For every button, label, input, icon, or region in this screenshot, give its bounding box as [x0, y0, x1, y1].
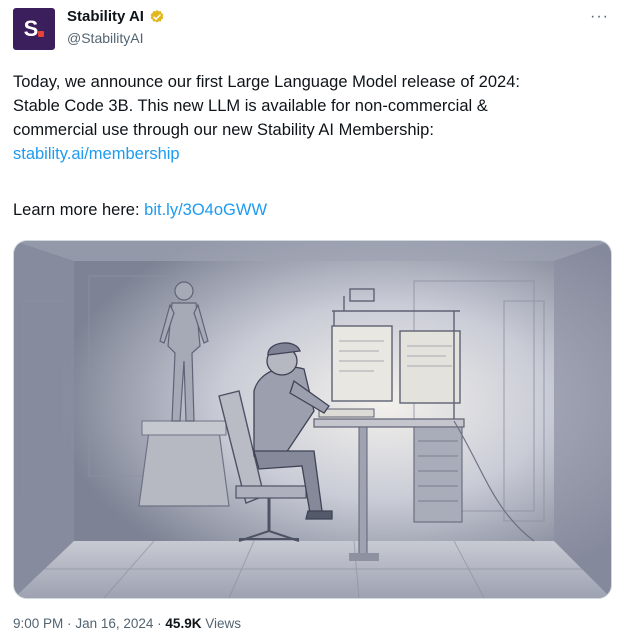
more-options-icon[interactable]: ···	[590, 8, 609, 26]
meta-separator: ·	[67, 616, 72, 631]
author-handle[interactable]: @StabilityAI	[67, 30, 143, 46]
coding-illustration-image	[14, 241, 611, 598]
meta-separator: ·	[157, 616, 162, 631]
views-label: Views	[205, 616, 241, 631]
tweet-card: S Stability AI @StabilityAI ··· Today, w…	[0, 0, 640, 640]
learn-more-label: Learn more here:	[13, 201, 145, 219]
views-count[interactable]: 45.9K	[165, 616, 201, 631]
tweet-image[interactable]	[13, 240, 612, 599]
membership-link[interactable]: stability.ai/membership	[13, 145, 180, 163]
learn-more-link[interactable]: bit.ly/3O4oGWW	[144, 201, 267, 219]
verified-badge-icon	[150, 9, 164, 23]
author-display-name[interactable]: Stability AI	[67, 8, 144, 25]
author-name-row: Stability AI	[67, 8, 165, 25]
tweet-line: Today, we announce our first Large Langu…	[13, 73, 520, 91]
tweet-line: Stable Code 3B. This new LLM is availabl…	[13, 97, 488, 115]
avatar[interactable]: S	[13, 8, 55, 50]
learn-more-line: Learn more here: bit.ly/3O4oGWW	[13, 198, 613, 222]
tweet-meta: 9:00 PM · Jan 16, 2024 · 45.9K Views	[13, 616, 241, 631]
tweet-time[interactable]: 9:00 PM	[13, 616, 63, 631]
tweet-text: Today, we announce our first Large Langu…	[13, 70, 613, 222]
tweet-line: commercial use through our new Stability…	[13, 121, 434, 139]
tweet-date[interactable]: Jan 16, 2024	[75, 616, 153, 631]
stability-logo-icon: S	[24, 18, 45, 40]
